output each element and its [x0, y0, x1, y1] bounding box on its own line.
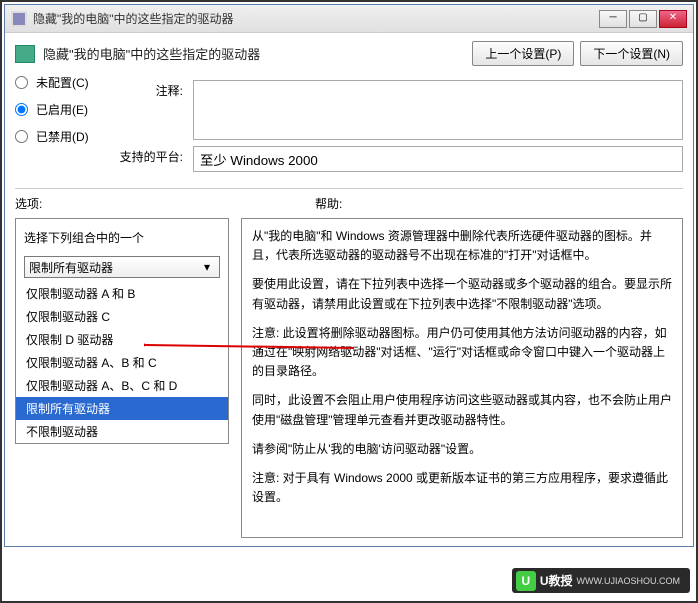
- comment-textarea[interactable]: [193, 80, 683, 140]
- help-paragraph: 同时，此设置不会阻止用户使用程序访问这些驱动器或其内容，也不会防止用户使用"磁盘…: [252, 391, 672, 429]
- combo-value: 限制所有驱动器: [29, 259, 113, 276]
- help-paragraph: 请参阅"防止从'我的电脑'访问驱动器"设置。: [252, 440, 672, 459]
- help-paragraph: 从"我的电脑"和 Windows 资源管理器中删除代表所选硬件驱动器的图标。并且…: [252, 227, 672, 265]
- help-section-label: 帮助:: [315, 195, 342, 212]
- window-title: 隐藏"我的电脑"中的这些指定的驱动器: [33, 10, 599, 27]
- close-button[interactable]: ✕: [659, 10, 687, 28]
- watermark: U U教授 WWW.UJIAOSHOU.COM: [512, 568, 690, 593]
- radio-not-configured[interactable]: 未配置(C): [15, 74, 97, 91]
- maximize-button[interactable]: ▢: [629, 10, 657, 28]
- comment-label: 注释:: [107, 80, 193, 99]
- combo-option[interactable]: 仅限制驱动器 A、B、C 和 D: [16, 374, 228, 397]
- help-paragraph: 要使用此设置，请在下拉列表中选择一个驱动器或多个驱动器的组合。要显示所有驱动器，…: [252, 275, 672, 313]
- options-section-label: 选项:: [15, 195, 315, 212]
- combo-dropdown-list: 仅限制驱动器 A 和 B 仅限制驱动器 C 仅限制 D 驱动器 仅限制驱动器 A…: [16, 282, 228, 443]
- chevron-down-icon: ▾: [199, 260, 215, 274]
- help-paragraph: 注意: 对于具有 Windows 2000 或更新版本证书的第三方应用程序，要求…: [252, 469, 672, 507]
- radio-enabled[interactable]: 已启用(E): [15, 101, 97, 118]
- radio-label: 已禁用(D): [36, 128, 89, 145]
- radio-label: 未配置(C): [36, 74, 89, 91]
- combo-option[interactable]: 不限制驱动器: [16, 420, 228, 443]
- previous-setting-button[interactable]: 上一个设置(P): [472, 41, 574, 66]
- setting-heading: 隐藏"我的电脑"中的这些指定的驱动器: [43, 44, 464, 63]
- drive-restriction-combo[interactable]: 限制所有驱动器 ▾: [24, 256, 220, 278]
- watermark-logo-icon: U: [516, 571, 536, 591]
- help-paragraph: 注意: 此设置将删除驱动器图标。用户仍可使用其他方法访问驱动器的内容，如通过在"…: [252, 324, 672, 382]
- radio-disabled[interactable]: 已禁用(D): [15, 128, 97, 145]
- minimize-button[interactable]: ─: [599, 10, 627, 28]
- radio-label: 已启用(E): [36, 101, 88, 118]
- supported-field: [193, 146, 683, 172]
- options-pane: 选择下列组合中的一个 限制所有驱动器 ▾ 仅限制驱动器 A 和 B 仅限制驱动器…: [15, 218, 229, 444]
- setting-icon: [15, 45, 35, 63]
- combo-option[interactable]: 仅限制驱动器 A、B 和 C: [16, 351, 228, 374]
- combo-option[interactable]: 仅限制 D 驱动器: [16, 328, 228, 351]
- app-icon: [11, 11, 27, 27]
- next-setting-button[interactable]: 下一个设置(N): [580, 41, 683, 66]
- supported-label: 支持的平台:: [107, 146, 193, 165]
- combo-option-selected[interactable]: 限制所有驱动器: [16, 397, 228, 420]
- titlebar: 隐藏"我的电脑"中的这些指定的驱动器 ─ ▢ ✕: [5, 5, 693, 33]
- options-caption: 选择下列组合中的一个: [16, 225, 228, 250]
- watermark-url: WWW.UJIAOSHOU.COM: [577, 576, 681, 586]
- combo-option[interactable]: 仅限制驱动器 A 和 B: [16, 282, 228, 305]
- watermark-text: U教授: [540, 572, 573, 589]
- status-radio-group: 未配置(C) 已启用(E) 已禁用(D): [15, 74, 97, 145]
- combo-option[interactable]: 仅限制驱动器 C: [16, 305, 228, 328]
- help-pane: 从"我的电脑"和 Windows 资源管理器中删除代表所选硬件驱动器的图标。并且…: [241, 218, 683, 538]
